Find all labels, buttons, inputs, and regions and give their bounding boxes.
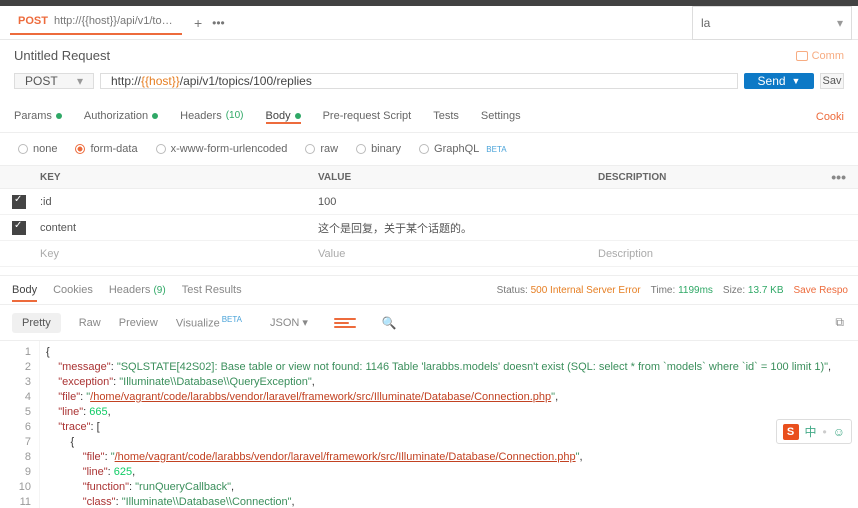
radio-xwww[interactable]: x-www-form-urlencoded [156, 143, 288, 155]
method-select[interactable]: POST ▾ [14, 73, 94, 89]
response-size: 13.7 KB [748, 285, 784, 296]
tab-prerequest[interactable]: Pre-request Script [323, 110, 412, 124]
body-type-radios: none form-data x-www-form-urlencoded raw… [0, 133, 858, 165]
status-dot-icon [295, 113, 301, 119]
form-key[interactable]: :id [38, 196, 318, 208]
wrap-lines-button[interactable] [334, 314, 356, 332]
radio-raw[interactable]: raw [305, 143, 338, 155]
send-button[interactable]: Send ▼ [744, 73, 814, 89]
form-value-placeholder[interactable]: Value [318, 248, 598, 260]
response-tab-tests[interactable]: Test Results [182, 284, 242, 296]
form-value[interactable]: 100 [318, 196, 598, 208]
code-content: { "message": "SQLSTATE[42S02]: Base tabl… [40, 341, 837, 508]
save-response-button[interactable]: Save Respo [794, 285, 848, 296]
ime-floating-bar[interactable]: S 中 • ☺ [776, 419, 852, 444]
response-tabs: Body Cookies Headers (9) Test Results St… [0, 275, 858, 305]
response-body-toolbar: Pretty Raw Preview VisualizeBETA JSON▾ 🔍… [0, 305, 858, 341]
new-tab-button[interactable]: + [194, 15, 202, 31]
form-row-empty[interactable]: Key Value Description [0, 241, 858, 267]
view-preview[interactable]: Preview [119, 317, 158, 329]
environment-value: la [701, 16, 710, 30]
request-section-tabs: Params Authorization Headers(10) Body Pr… [0, 101, 858, 133]
radio-none[interactable]: none [18, 143, 57, 155]
request-tab-active[interactable]: POST http://{{host}}/api/v1/topics/1... [10, 11, 182, 35]
comments-button[interactable]: Comm [796, 50, 844, 62]
tab-settings[interactable]: Settings [481, 110, 521, 124]
radio-icon [156, 144, 166, 154]
search-icon[interactable]: 🔍 [382, 316, 397, 330]
form-key[interactable]: content [38, 222, 318, 234]
url-input[interactable]: http://{{host}}/api/v1/topics/100/replie… [100, 73, 738, 89]
column-options-button[interactable]: ••• [831, 169, 846, 185]
form-row[interactable]: content 这个是回复，关于某个话题的。 [0, 215, 858, 241]
language-select[interactable]: JSON▾ [270, 316, 308, 329]
copy-icon[interactable]: ⧉ [835, 315, 844, 330]
response-time: 1199ms [678, 285, 713, 296]
chevron-down-icon: ▾ [837, 16, 843, 30]
kv-header-value: VALUE [318, 172, 598, 183]
response-tab-cookies[interactable]: Cookies [53, 284, 93, 296]
kv-header-row: KEY VALUE DESCRIPTION ••• [0, 165, 858, 189]
form-value[interactable]: 这个是回复，关于某个话题的。 [318, 220, 598, 236]
form-desc-placeholder[interactable]: Description [598, 248, 858, 260]
response-tab-body[interactable]: Body [12, 284, 37, 302]
status-dot-icon [152, 113, 158, 119]
line-gutter: 1234567891011121314 [0, 341, 40, 508]
tab-tests[interactable]: Tests [433, 110, 459, 124]
chevron-down-icon: ▾ [77, 74, 83, 88]
radio-icon [75, 144, 85, 154]
tab-authorization[interactable]: Authorization [84, 110, 158, 124]
chevron-down-icon: ▼ [792, 76, 801, 86]
radio-icon [419, 144, 429, 154]
response-tab-headers[interactable]: Headers (9) [109, 284, 166, 296]
tab-params[interactable]: Params [14, 110, 62, 124]
form-row[interactable]: :id 100 [0, 189, 858, 215]
radio-graphql[interactable]: GraphQLBETA [419, 143, 507, 155]
tab-method-label: POST [18, 15, 48, 27]
view-pretty[interactable]: Pretty [12, 313, 61, 333]
sogou-icon: S [783, 424, 799, 440]
radio-icon [305, 144, 315, 154]
comment-icon [796, 51, 808, 61]
tab-headers[interactable]: Headers(10) [180, 110, 243, 124]
tab-title: http://{{host}}/api/v1/topics/1... [54, 15, 174, 27]
checkbox-checked-icon[interactable] [12, 221, 26, 235]
status-dot-icon [56, 113, 62, 119]
environment-select[interactable]: la ▾ [692, 6, 852, 40]
radio-form-data[interactable]: form-data [75, 143, 137, 155]
cookies-link[interactable]: Cooki [816, 111, 844, 123]
tab-overflow-button[interactable]: ••• [212, 16, 225, 30]
checkbox-checked-icon[interactable] [12, 195, 26, 209]
status-code: 500 Internal Server Error [531, 285, 641, 296]
response-status-bar: Status: 500 Internal Server Error Time: … [497, 285, 848, 296]
request-name[interactable]: Untitled Request [14, 48, 110, 63]
radio-icon [18, 144, 28, 154]
view-raw[interactable]: Raw [79, 317, 101, 329]
form-key-placeholder[interactable]: Key [38, 248, 318, 260]
save-button[interactable]: Sav [820, 73, 844, 89]
response-body-viewer[interactable]: 1234567891011121314 { "message": "SQLSTA… [0, 341, 858, 508]
view-visualize[interactable]: VisualizeBETA [176, 315, 242, 330]
kv-header-desc: DESCRIPTION [598, 172, 858, 183]
radio-icon [356, 144, 366, 154]
request-tabs-bar: POST http://{{host}}/api/v1/topics/1... … [0, 6, 858, 40]
radio-binary[interactable]: binary [356, 143, 401, 155]
chevron-down-icon: ▾ [302, 316, 308, 329]
tab-body[interactable]: Body [266, 110, 301, 124]
kv-header-key: KEY [38, 172, 318, 183]
